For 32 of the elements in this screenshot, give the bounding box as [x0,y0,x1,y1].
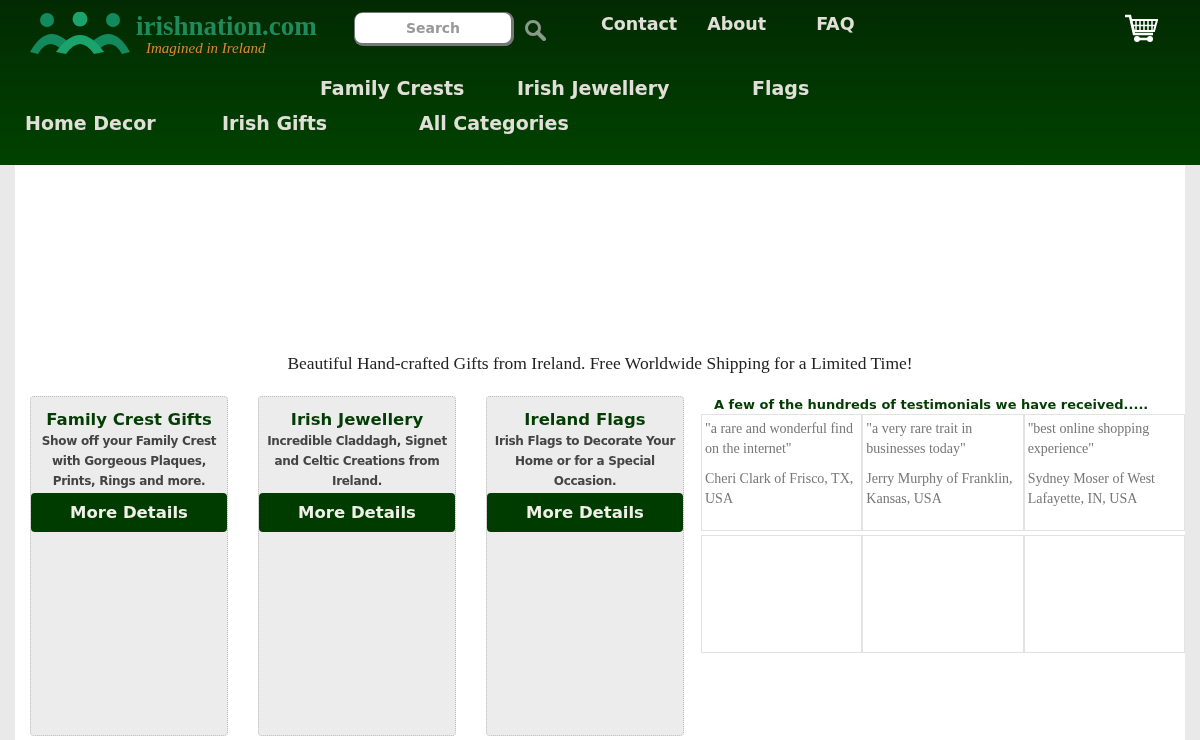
logo-name: irishnation.com [136,12,317,40]
banner-text: Beautiful Hand-crafted Gifts from Ireland. Free Worldwide Shipping for a Limited Time! [286,353,914,374]
testimonial-quote: "best online shopping experience" [1027,420,1151,458]
testimonial-author: Cheri Clark of Frisco, TX, USA [705,470,855,508]
category-link[interactable]: Flags [752,76,810,99]
cart-icon[interactable] [1124,14,1158,44]
testimonial-author: Jerry Murphy of Franklin, Kansas, USA [866,470,1014,508]
testimonial-quote: "a rare and wonderful find on the internet" [705,420,854,458]
category-link[interactable]: Home Decor [25,111,156,134]
category-link[interactable]: Irish Gifts [222,111,328,134]
category-link[interactable]: Irish Jewellery [517,76,670,99]
category-link[interactable]: All Categories [419,111,569,134]
testimonials-heading: A few of the hundreds of testimonials we have received..... [714,397,1150,412]
nav-link[interactable]: About [707,14,767,34]
card-description: Show off your Family Crest with Gorgeous Plaques, Prints, Rings and more. [40,433,218,490]
nav-link[interactable]: FAQ [816,14,855,34]
card-title: Irish Jewellery [289,409,425,431]
logo-icon [28,12,132,56]
nav-link[interactable]: Contact [601,14,678,34]
search-field[interactable]: Search [355,13,511,43]
category-link[interactable]: Family Crests [320,76,465,99]
card-title: Ireland Flags [523,409,647,431]
card-description: Incredible Claddagh, Signet and Celtic Creations from Ireland. [266,433,448,490]
card-title: Family Crest Gifts [45,409,213,431]
card-description: Irish Flags to Decorate Your Home or for a Special Occasion. [493,433,677,490]
more-details-button[interactable]: More Details [487,493,683,532]
testimonial-author: Sydney Moser of West Lafayette, IN, USA [1027,470,1156,508]
logo-tagline: Imagined in Ireland [146,40,267,56]
testimonial-quote: "a very rare trait in businesses today" [866,420,974,458]
more-details-button[interactable]: More Details [31,493,227,532]
search-icon[interactable] [524,19,546,41]
more-details-button[interactable]: More Details [259,493,455,532]
